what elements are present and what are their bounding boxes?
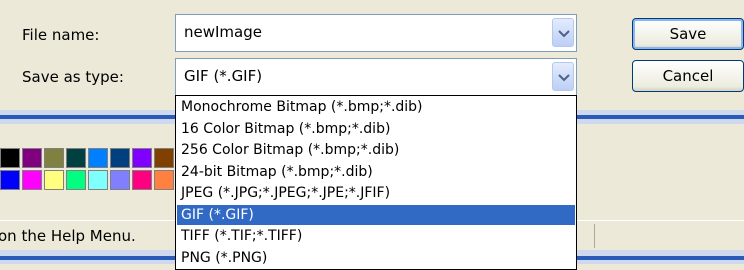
color-swatch[interactable] [110, 170, 130, 190]
color-swatch[interactable] [88, 148, 108, 168]
type-option[interactable]: TIFF (*.TIF;*.TIFF) [177, 226, 575, 246]
save-as-type-select[interactable]: GIF (*.GIF) [175, 58, 577, 96]
save-button[interactable]: Save [632, 18, 744, 50]
type-option[interactable]: GIF (*.GIF) [177, 204, 575, 225]
color-swatch[interactable] [44, 170, 64, 190]
color-swatch[interactable] [154, 148, 174, 168]
type-option[interactable]: 24-bit Bitmap (*.bmp;*.dib) [177, 162, 575, 182]
type-option[interactable]: Monochrome Bitmap (*.bmp;*.dib) [177, 97, 575, 117]
color-swatch[interactable] [44, 148, 64, 168]
color-swatch[interactable] [22, 148, 42, 168]
file-name-value: newImage [184, 23, 262, 41]
status-text: on the Help Menu. [0, 227, 136, 245]
color-swatch[interactable] [66, 170, 86, 190]
save-as-type-value: GIF (*.GIF) [184, 67, 263, 85]
color-swatch[interactable] [132, 148, 152, 168]
color-swatch[interactable] [110, 148, 130, 168]
file-name-label: File name: [22, 26, 100, 44]
color-swatch[interactable] [0, 170, 20, 190]
save-as-type-dropdown-button[interactable] [552, 62, 574, 91]
type-option[interactable]: PNG (*.PNG) [177, 248, 575, 268]
chevron-down-icon [558, 30, 570, 38]
color-swatch[interactable] [132, 170, 152, 190]
save-as-type-list[interactable]: Monochrome Bitmap (*.bmp;*.dib) 16 Color … [175, 95, 577, 270]
file-name-input[interactable]: newImage [175, 14, 577, 52]
cancel-button[interactable]: Cancel [632, 60, 744, 92]
type-option[interactable]: 256 Color Bitmap (*.bmp;*.dib) [177, 140, 575, 160]
save-as-type-label: Save as type: [22, 68, 124, 86]
color-swatch[interactable] [154, 170, 174, 190]
color-swatch[interactable] [0, 148, 20, 168]
file-name-dropdown-button[interactable] [552, 18, 574, 47]
color-swatch[interactable] [88, 170, 108, 190]
chevron-down-icon [558, 74, 570, 82]
status-divider [594, 224, 595, 248]
type-option[interactable]: 16 Color Bitmap (*.bmp;*.dib) [177, 119, 575, 139]
type-option[interactable]: JPEG (*.JPG;*.JPEG;*.JPE;*.JFIF) [177, 183, 575, 203]
color-swatch[interactable] [66, 148, 86, 168]
color-swatch[interactable] [22, 170, 42, 190]
